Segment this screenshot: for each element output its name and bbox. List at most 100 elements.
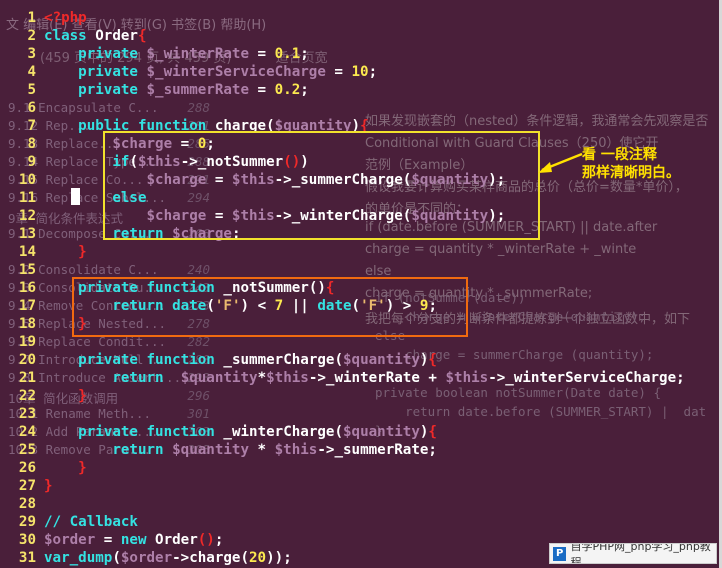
code-token: 10 bbox=[351, 64, 369, 80]
line-number: 3 bbox=[27, 46, 36, 62]
code-line[interactable]: 29 // Callback bbox=[0, 513, 685, 531]
code-line[interactable]: 22 } bbox=[0, 387, 685, 405]
line-number: 31 bbox=[18, 550, 36, 566]
line-number: 20 bbox=[18, 352, 36, 368]
code-token: $quantity bbox=[172, 442, 250, 458]
code-line[interactable]: 26 } bbox=[0, 459, 685, 477]
code-token: } bbox=[78, 460, 87, 476]
code-token: function bbox=[146, 352, 215, 368]
code-line[interactable]: 6 bbox=[0, 99, 685, 117]
code-token: $quantity bbox=[342, 424, 420, 440]
code-token: ; bbox=[300, 46, 309, 62]
annotation-line-2: 那样清晰明白。 bbox=[582, 165, 680, 181]
annotation-note: 看 一段注释 那样清晰明白。 bbox=[582, 146, 722, 182]
highlight-box-notsummer bbox=[72, 277, 468, 337]
line-number: 15 bbox=[18, 262, 36, 278]
code-token: 0.1 bbox=[274, 46, 301, 62]
code-line[interactable]: 23 bbox=[0, 405, 685, 423]
code-token: var_dump bbox=[44, 550, 113, 566]
code-token: private bbox=[78, 352, 138, 368]
line-number: 5 bbox=[27, 82, 36, 98]
code-token: { bbox=[428, 424, 437, 440]
code-token: () bbox=[197, 532, 215, 548]
code-token: $this bbox=[445, 370, 489, 386]
line-number: 29 bbox=[18, 514, 36, 530]
line-number: 7 bbox=[27, 118, 36, 134]
line-number: 13 bbox=[18, 226, 36, 242]
line-number: 16 bbox=[18, 280, 36, 296]
code-token: // Callback bbox=[44, 514, 138, 530]
code-line[interactable]: 28 bbox=[0, 495, 685, 513]
code-token: class bbox=[44, 28, 87, 44]
code-token: $this bbox=[266, 370, 309, 386]
code-line[interactable]: 5 private $_summerRate = 0.2; bbox=[0, 81, 685, 99]
watermark-logo-icon: P bbox=[553, 546, 567, 561]
code-token: $_winterRate bbox=[146, 46, 250, 62]
annotation-line-1: 看 一段注释 bbox=[582, 147, 657, 163]
code-line[interactable]: 14 } bbox=[0, 243, 685, 261]
code-token: { bbox=[137, 28, 147, 44]
line-number: 12 bbox=[18, 208, 36, 224]
line-number: 8 bbox=[27, 136, 36, 152]
code-line[interactable]: 24 private function _winterCharge($quant… bbox=[0, 423, 685, 441]
code-line[interactable]: 3 private $_winterRate = 0.1; bbox=[0, 45, 685, 63]
line-number: 6 bbox=[27, 100, 36, 116]
code-token: $_winterServiceCharge bbox=[146, 64, 326, 80]
code-line[interactable]: 20 private function _summerCharge($quant… bbox=[0, 351, 685, 369]
code-token: } bbox=[44, 478, 53, 494]
code-token: $order bbox=[120, 550, 173, 566]
code-token: * bbox=[249, 442, 275, 458]
code-line[interactable]: 25 return $quantity * $this->_summerRate… bbox=[0, 441, 685, 459]
line-number: 17 bbox=[18, 298, 36, 314]
code-token: private bbox=[78, 64, 138, 80]
editor-window: 文 编辑(E) 查看(V) 转到(G) 书签(B) 帮助(H) (459 页中的… bbox=[0, 0, 722, 568]
code-token: * bbox=[257, 370, 267, 386]
code-token: } bbox=[78, 244, 87, 260]
line-number: 11 bbox=[18, 190, 36, 206]
code-token: ->_winterServiceCharge; bbox=[488, 370, 685, 386]
code-token: $this bbox=[274, 442, 318, 458]
code-line[interactable]: 4 private $_winterServiceCharge = 10; bbox=[0, 63, 685, 81]
code-token: } bbox=[78, 388, 87, 404]
line-number: 19 bbox=[18, 334, 36, 350]
code-token: function bbox=[146, 424, 215, 440]
code-token: )); bbox=[266, 550, 292, 566]
code-token: $quantity bbox=[180, 370, 258, 386]
line-number: 22 bbox=[18, 388, 36, 404]
code-token: _summerCharge( bbox=[214, 352, 343, 368]
code-token: ->_winterRate + bbox=[308, 370, 446, 386]
code-line[interactable]: 27} bbox=[0, 477, 685, 495]
code-token: = bbox=[249, 46, 275, 62]
arrow-icon bbox=[538, 152, 583, 173]
code-token: return bbox=[112, 370, 164, 386]
line-number: 24 bbox=[18, 424, 36, 440]
text-cursor bbox=[71, 188, 80, 205]
code-token: return bbox=[112, 442, 164, 458]
code-line[interactable]: 21 return $quantity*$this->_winterRate +… bbox=[0, 369, 685, 387]
code-line[interactable]: 1 <?php bbox=[0, 9, 685, 27]
code-token: = bbox=[249, 82, 275, 98]
code-token: ->charge( bbox=[172, 550, 250, 566]
code-token: ; bbox=[300, 82, 309, 98]
code-line[interactable]: 2 class Order{ bbox=[0, 27, 685, 45]
code-token: Order bbox=[86, 28, 138, 44]
line-number: 21 bbox=[18, 370, 36, 386]
code-token: = bbox=[325, 64, 352, 80]
line-number: 30 bbox=[18, 532, 36, 548]
watermark-badge[interactable]: P 自学PHP网_php学习_php教程 bbox=[549, 543, 717, 564]
line-number: 18 bbox=[18, 316, 36, 332]
line-number: 28 bbox=[18, 496, 36, 512]
code-token: { bbox=[428, 352, 437, 368]
